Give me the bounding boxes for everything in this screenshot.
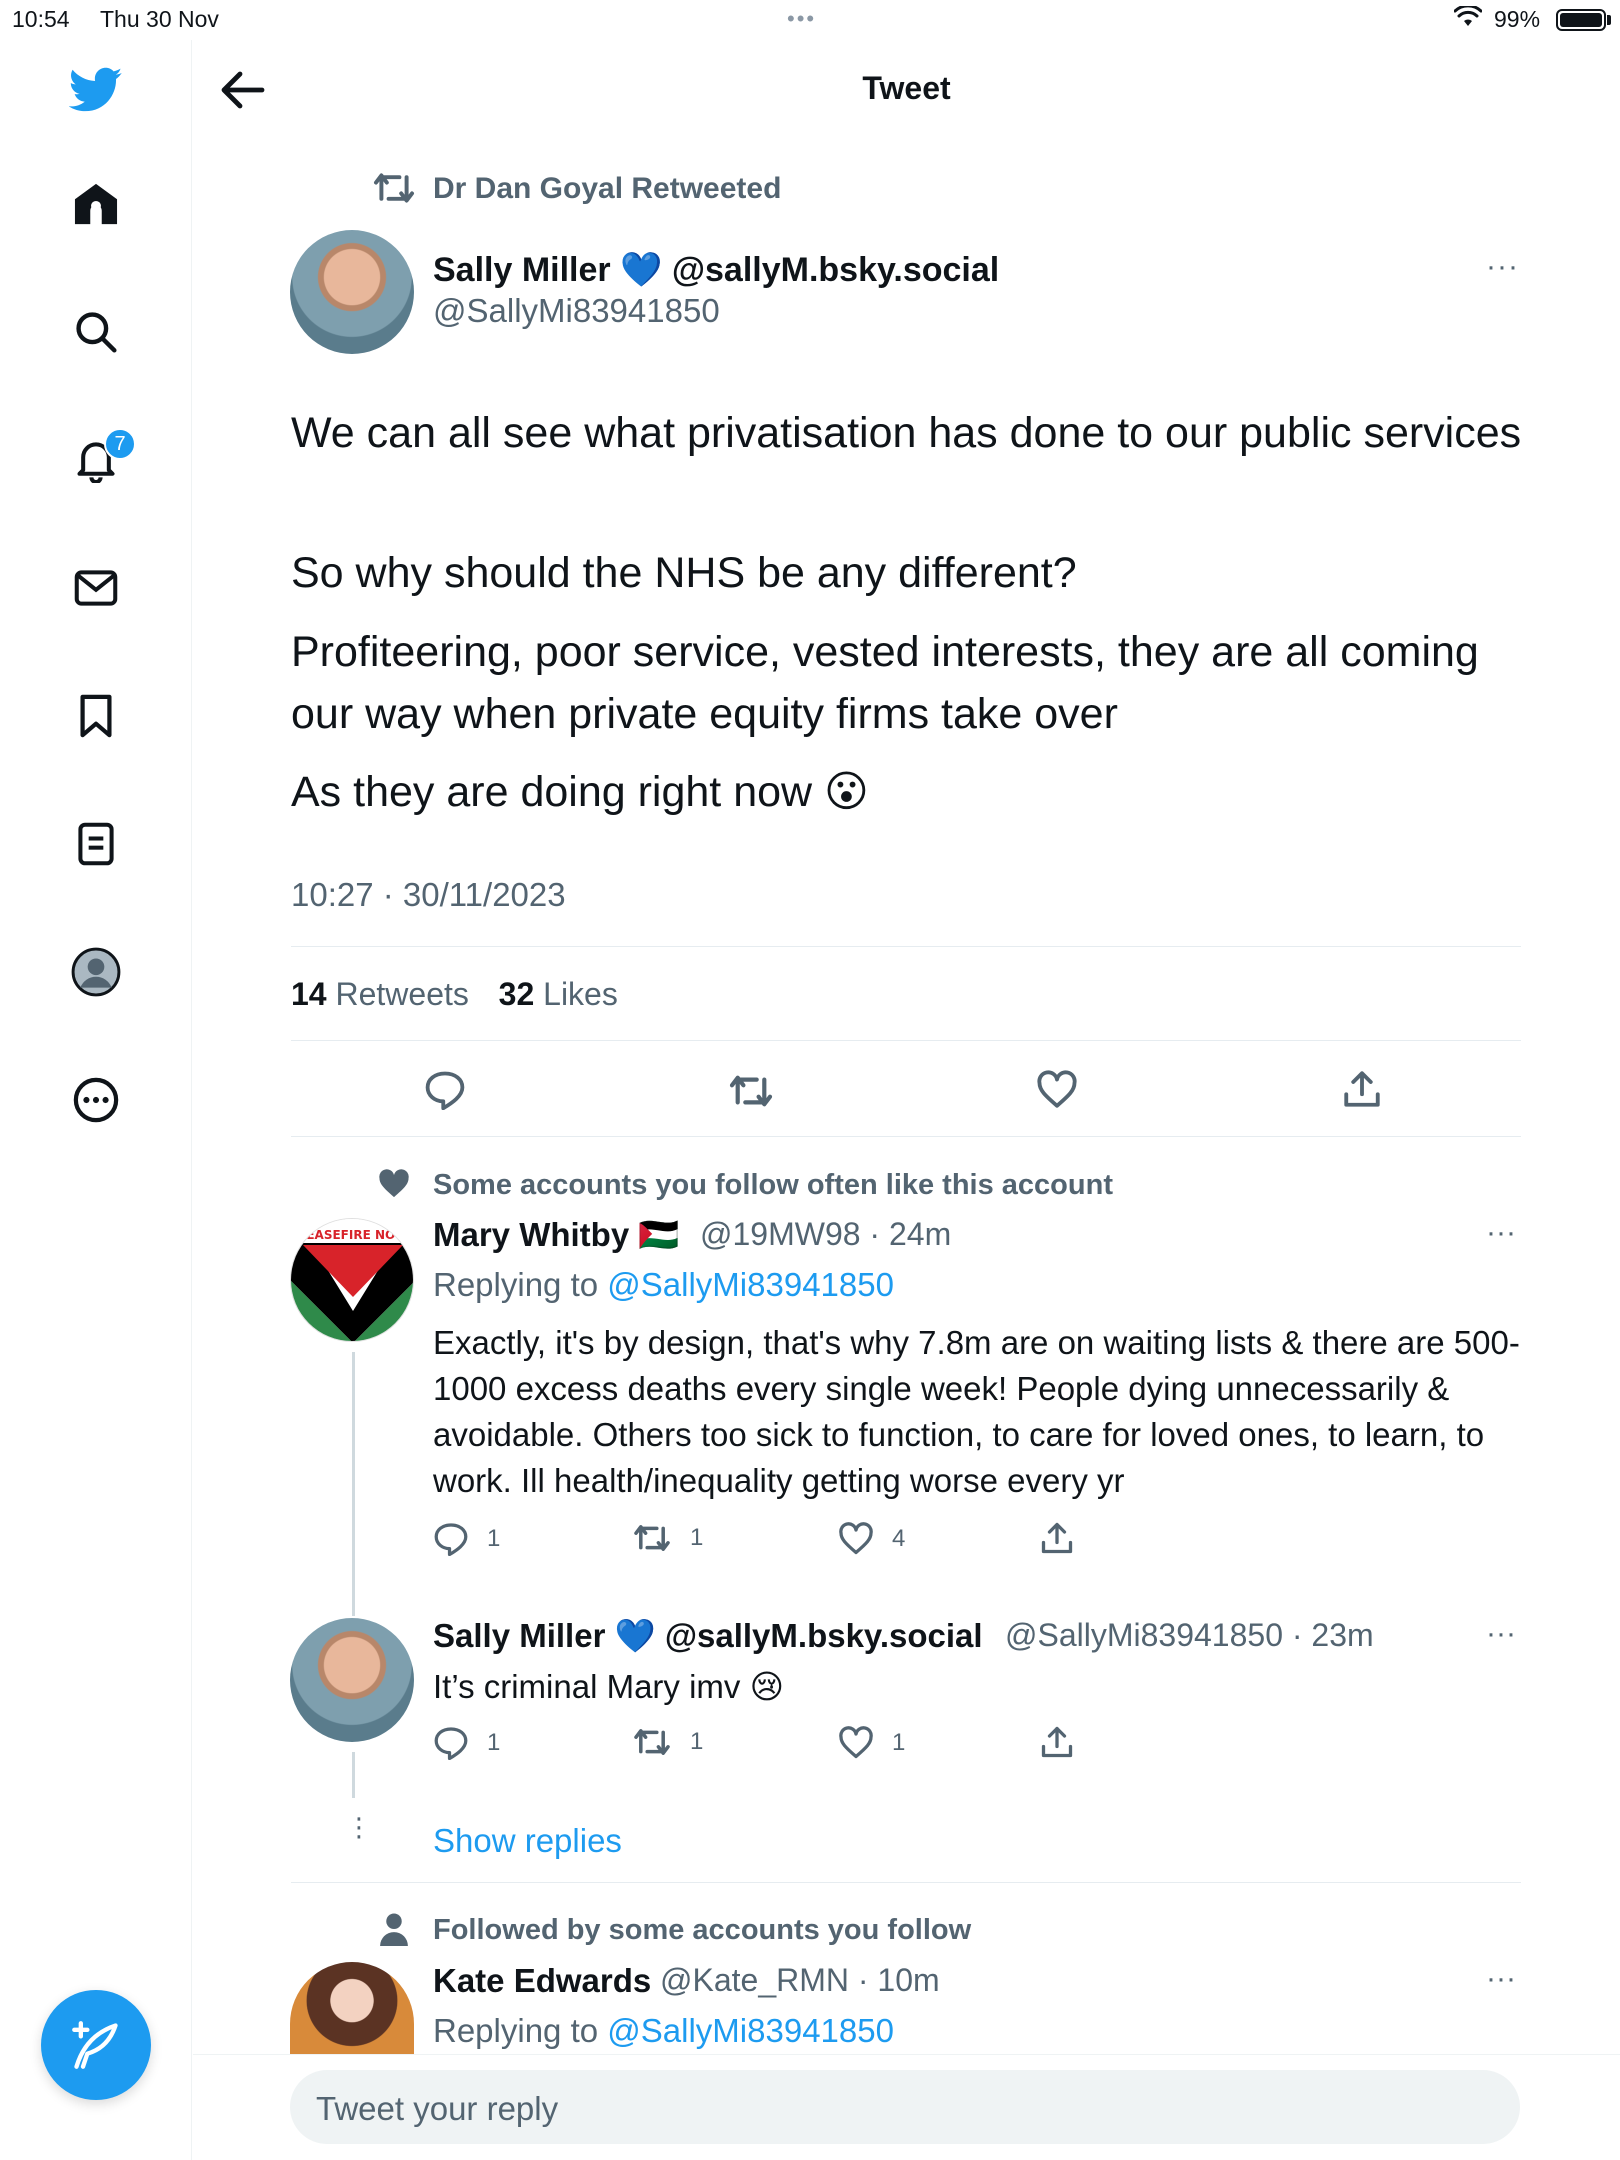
battery-percent: 99% [1494, 6, 1541, 32]
replying-to-line: Replying to @SallyMi83941850 [433, 2012, 894, 2050]
reply-meta[interactable]: @SallyMi83941850 · 23m [1005, 1617, 1374, 1654]
tweet-paragraph: As they are doing right now 😮 [291, 768, 869, 816]
reply-meta[interactable]: @Kate_RMN · 10m [660, 1962, 940, 1999]
more-options-icon[interactable] [66, 1070, 126, 1130]
person-icon [378, 1912, 410, 1951]
retweet-action[interactable]: 1 [632, 1726, 703, 1758]
reply-more-icon[interactable]: ··· [1486, 1617, 1516, 1651]
replying-to-prefix: Replying to [433, 2012, 599, 2049]
retweets-count[interactable]: 14 [291, 976, 327, 1012]
heart-filled-icon [376, 1168, 412, 1205]
reply-avatar[interactable] [290, 1618, 414, 1742]
status-bar: 10:54 Thu 30 Nov ••• 99% [0, 0, 1620, 40]
retweet-icon [634, 1525, 670, 1551]
tweet-timestamp[interactable]: 10:27 · 30/11/2023 [291, 876, 566, 914]
like-heart-icon[interactable] [1036, 1070, 1078, 1115]
thread-dots-icon: ⋮ [346, 1812, 372, 1842]
retweets-label[interactable]: Retweets [335, 976, 468, 1012]
share-icon[interactable] [1040, 1520, 1074, 1561]
search-icon[interactable] [66, 302, 126, 362]
reply-icon [434, 1523, 468, 1556]
retweet-icon [372, 170, 416, 211]
share-icon[interactable] [1040, 1724, 1074, 1765]
tweet-more-icon[interactable]: ··· [1486, 250, 1519, 284]
reply-action[interactable]: 1 [433, 1726, 500, 1760]
reply-meta[interactable]: @19MW98 · 24m [700, 1216, 951, 1253]
replying-to-handle[interactable]: @SallyMi83941850 [607, 2012, 894, 2049]
replying-to-handle[interactable]: @SallyMi83941850 [607, 1266, 894, 1303]
retweet-action[interactable]: 1 [632, 1522, 703, 1554]
thread-line [352, 1352, 355, 1616]
share-icon[interactable] [1342, 1068, 1382, 1115]
likes-count[interactable]: 32 [499, 976, 535, 1012]
status-time: 10:54 [12, 6, 70, 32]
divider [291, 1136, 1521, 1137]
author-avatar[interactable] [290, 230, 414, 354]
battery-icon [1556, 9, 1606, 31]
multitask-dots[interactable]: ••• [787, 6, 816, 32]
show-replies-link[interactable]: Show replies [433, 1822, 622, 1860]
social-context-label: Some accounts you follow often like this… [433, 1169, 1113, 1201]
reply-avatar[interactable] [290, 1962, 414, 2054]
reply-input[interactable]: Tweet your reply [290, 2070, 1520, 2144]
tweet-paragraph: We can all see what privatisation has do… [291, 409, 1522, 457]
reply-icon [434, 1727, 468, 1760]
divider [291, 1882, 1521, 1883]
reply-more-icon[interactable]: ··· [1486, 1962, 1516, 1996]
twitter-logo-icon[interactable] [66, 60, 126, 120]
tweet-paragraph: Profiteering, poor service, vested inter… [291, 628, 1479, 738]
like-action[interactable]: 1 [838, 1726, 905, 1760]
reply-author-name[interactable]: Mary Whitby 🇵🇸 [433, 1216, 679, 1255]
avatar-text: CEASEFIRE NOW [298, 1228, 409, 1242]
tweet-paragraph: So why should the NHS be any different? [291, 549, 1077, 597]
notification-count-badge: 7 [104, 428, 136, 460]
divider [291, 946, 1521, 947]
reply-count: 1 [487, 1525, 501, 1552]
like-heart-icon [839, 1522, 873, 1555]
retweet-icon [634, 1729, 670, 1755]
thread-line [352, 1752, 355, 1798]
retweeted-by-label[interactable]: Dr Dan Goyal Retweeted [433, 172, 781, 206]
author-handle[interactable]: @SallyMi83941850 [433, 292, 720, 330]
home-icon[interactable] [66, 174, 126, 234]
reply-text: It’s criminal Mary imv 😢 [433, 1668, 784, 1705]
status-date: Thu 30 Nov [100, 6, 219, 32]
like-count: 4 [892, 1525, 906, 1552]
compose-tweet-button[interactable] [41, 1990, 151, 2100]
messages-envelope-icon[interactable] [66, 558, 126, 618]
reply-action[interactable]: 1 [433, 1522, 500, 1556]
reply-text: Exactly, it's by design, that's why 7.8m… [433, 1324, 1520, 1499]
retweet-count: 1 [690, 1728, 704, 1755]
like-count: 1 [892, 1729, 906, 1756]
tweet-stats: 14 Retweets 32 Likes [291, 976, 618, 1013]
wifi-icon [1453, 4, 1483, 34]
lists-icon[interactable] [66, 814, 126, 874]
replying-to-prefix: Replying to [433, 1266, 599, 1303]
likes-label[interactable]: Likes [543, 976, 618, 1012]
retweet-count: 1 [690, 1524, 704, 1551]
divider [291, 1040, 1521, 1041]
retweet-icon[interactable] [728, 1072, 774, 1115]
reply-icon[interactable] [424, 1070, 466, 1115]
social-context-label: Followed by some accounts you follow [433, 1914, 972, 1946]
reply-author-name[interactable]: Sally Miller 💙 @sallyM.bsky.social [433, 1617, 983, 1656]
like-action[interactable]: 4 [838, 1522, 905, 1556]
reply-author-name[interactable]: Kate Edwards [433, 1962, 651, 2000]
replying-to-line: Replying to @SallyMi83941850 [433, 1266, 894, 1304]
like-heart-icon [839, 1726, 873, 1759]
page-title: Tweet [862, 70, 951, 106]
bookmarks-icon[interactable] [66, 686, 126, 746]
reply-avatar[interactable]: CEASEFIRE NOW [290, 1218, 414, 1342]
reply-count: 1 [487, 1729, 501, 1756]
author-name[interactable]: Sally Miller 💙 @sallyM.bsky.social [433, 250, 999, 290]
profile-avatar-icon[interactable] [66, 942, 126, 1002]
reply-more-icon[interactable]: ··· [1486, 1216, 1516, 1250]
